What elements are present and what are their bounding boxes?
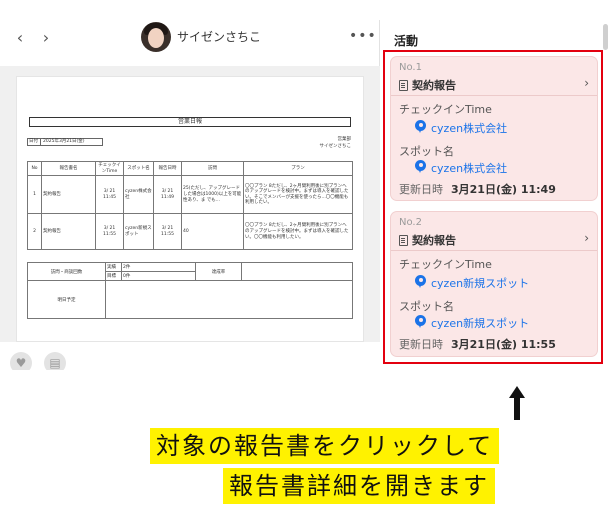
cell-checkin: 3/ 21 11:55 <box>95 213 124 251</box>
cell-name: 契約報告 <box>41 175 96 215</box>
highlight-box <box>383 50 603 364</box>
tomorrow-value <box>105 280 353 319</box>
cell-reported: 3/ 21 11:55 <box>153 213 182 251</box>
user-name: サイゼンさちこ <box>177 30 262 44</box>
col-reported: 報告日時 <box>153 160 182 177</box>
cell-checkin: 3/ 21 11:45 <box>95 175 124 215</box>
cell-reported: 3/ 21 11:49 <box>153 175 182 215</box>
footer-bar: ♥ ▤ <box>0 342 380 370</box>
cell-spot: cyzen株式会社 <box>123 175 154 215</box>
col-no: No <box>27 160 42 177</box>
table-row: 2 契約報告 3/ 21 11:55 cyzen新規スポット 3/ 21 11:… <box>27 213 353 251</box>
report-table-header: No 報告書名 チェックインTime スポット名 報告日時 訪問 プラン <box>27 160 353 177</box>
instruction-caption-line-1: 対象の報告書をクリックして <box>150 428 500 464</box>
col-plan: プラン <box>243 160 353 177</box>
app-screen: ‹ › サイゼンさちこ ••• 営業日報 日付 2025年3月21日(金) 営業… <box>0 0 610 370</box>
activity-title: 活動 <box>394 34 419 48</box>
department: 営業部 <box>337 137 352 142</box>
date-label: 日付 <box>28 139 41 145</box>
target-label: 目標 <box>105 271 122 281</box>
cell-spot: cyzen新規スポット <box>123 213 154 251</box>
report-title-box: 営業日報 <box>29 117 351 127</box>
result-label: 実績 <box>105 262 122 272</box>
cell-no: 1 <box>27 175 42 215</box>
achievement-label: 達成率 <box>195 262 242 281</box>
more-options-icon[interactable]: ••• <box>349 28 377 44</box>
instruction-caption-line-2: 報告書詳細を開きます <box>223 468 495 504</box>
reporter-name: サイゼンさちこ <box>319 144 352 149</box>
cell-name: 契約報告 <box>41 213 96 251</box>
achievement-value <box>241 262 353 281</box>
date-value: 2025年3月21日(金) <box>43 139 85 144</box>
arrow-up-icon <box>509 386 525 420</box>
tomorrow-label: 明日予定 <box>27 280 106 319</box>
col-name: 報告書名 <box>41 160 96 177</box>
report-table: No 報告書名 チェックインTime スポット名 報告日時 訪問 プラン 1 契… <box>27 160 353 251</box>
col-checkin: チェックインTime <box>95 160 124 177</box>
col-spot: スポット名 <box>123 160 154 177</box>
chevron-right-icon[interactable]: › <box>36 26 56 50</box>
target-value: 0件 <box>121 271 196 281</box>
heart-icon[interactable]: ♥ <box>10 352 32 370</box>
report-viewer[interactable]: 営業日報 日付 2025年3月21日(金) 営業部 サイゼンさちこ No 報告書… <box>0 66 380 342</box>
cell-visit: 25(ただし、アップグレードした場合は1000)以上を可能性あり、ま でも... <box>181 175 244 215</box>
col-visit: 訪問 <box>181 160 244 177</box>
cell-visit: 40 <box>181 213 244 251</box>
scrollbar[interactable] <box>603 24 608 50</box>
report-page: 営業日報 日付 2025年3月21日(金) 営業部 サイゼンさちこ No 報告書… <box>16 76 364 342</box>
visit-count-label: 訪問・商談回数 <box>27 262 106 281</box>
note-icon[interactable]: ▤ <box>44 352 66 370</box>
chevron-left-icon[interactable]: ‹ <box>10 26 30 50</box>
cell-plan: 〇〇プラン 8ただし、2ヶ月間利用後に別プランへのアップグレードを検討中。まずは… <box>243 175 353 215</box>
report-date-box: 日付 2025年3月21日(金) <box>27 138 103 146</box>
avatar <box>141 22 171 52</box>
table-row: 1 契約報告 3/ 21 11:45 cyzen株式会社 3/ 21 11:49… <box>27 175 353 215</box>
header-bar: ‹ › サイゼンさちこ ••• <box>0 20 380 64</box>
cell-plan: 〇〇プラン 8ただし、2ヶ月間利用後に別プランへのアップグレードを検討中。まずは… <box>243 213 353 251</box>
summary-table: 訪問・商談回数 実績 2件 達成率 目標 0件 明日予定 <box>27 262 353 319</box>
cell-no: 2 <box>27 213 42 251</box>
result-value: 2件 <box>121 262 196 272</box>
report-title: 営業日報 <box>177 118 202 126</box>
